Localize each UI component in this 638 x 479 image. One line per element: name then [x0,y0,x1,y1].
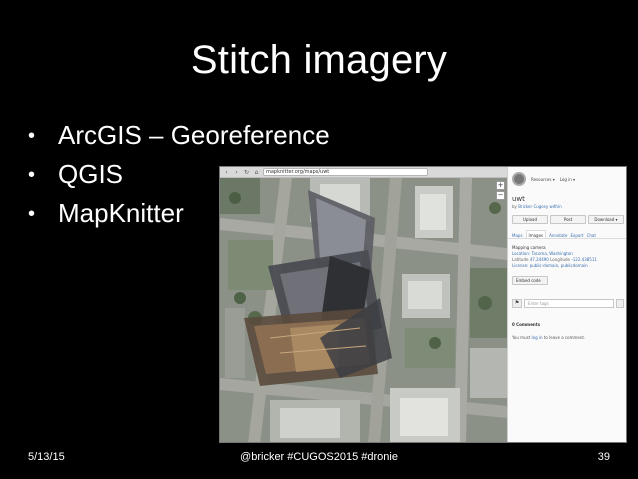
license-text: License: public-domain, publicdomain [512,263,588,268]
zoom-out-button[interactable]: − [496,191,505,200]
login-link[interactable]: log in [532,335,543,340]
resources-menu[interactable]: Resources ▾ [531,177,555,182]
post-button[interactable]: Post [550,215,586,224]
browser-toolbar: ‹ › ↻ ⌂ mapknitter.org/maps/uwt [220,167,507,178]
tab-annotate[interactable]: Annotate [549,230,567,238]
back-icon[interactable]: ‹ [223,169,230,176]
bullet-dot-icon: • [28,164,36,186]
zoom-in-button[interactable]: + [496,181,505,190]
comments-note-prefix: You must [512,335,531,340]
mapknitter-logo[interactable] [512,172,526,186]
bullet-item: • ArcGIS – Georeference [28,116,330,155]
sidebar-tabs: Maps Images Annotate Export Chat [508,224,626,239]
mapknitter-screenshot: ‹ › ↻ ⌂ mapknitter.org/maps/uwt + − Reso… [219,166,627,443]
forward-icon[interactable]: › [233,169,240,176]
author-link[interactable]: Bricker Cugosy within [518,204,561,209]
author-prefix: by [512,204,517,209]
latitude-label: Latitude [512,257,529,262]
aerial-imagery [220,178,507,442]
embed-code-button[interactable]: Embed code [512,276,548,285]
map-details: Mapping camera Location: Tacoma, Washing… [508,239,626,269]
zoom-control: + − [496,181,505,200]
tab-images[interactable]: Images [525,230,547,238]
map-sidebar: Resources ▾ Log in ▾ uwt by Bricker Cugo… [507,167,626,442]
comments-heading: 0 Comments [512,322,541,327]
reload-icon[interactable]: ↻ [243,169,250,176]
tags-input[interactable]: Enter tags [524,299,614,308]
sidebar-header: Resources ▾ Log in ▾ [508,167,626,186]
bullet-dot-icon: • [28,203,36,225]
longitude-label: Longitude [550,257,571,262]
tab-export[interactable]: Export [570,230,583,238]
login-menu[interactable]: Log in ▾ [560,177,575,182]
slide-title: Stitch imagery [190,38,448,82]
latitude-value: 47.24490 [529,257,549,262]
footer-hashtags: @bricker #CUGOS2015 #dronie [240,451,398,463]
bullet-text: ArcGIS – Georeference [58,120,330,150]
map-title: uwt [512,195,525,203]
bullet-text: QGIS [58,159,124,189]
upload-button[interactable]: Upload [512,215,548,224]
longitude-value: -122.438511 [571,257,597,262]
tag-icon: ⚑ [512,299,522,308]
slide-number: 39 [597,451,610,463]
comments-note: You must log in to leave a comment. [508,327,626,340]
tab-maps[interactable]: Maps [512,230,523,238]
address-bar[interactable]: mapknitter.org/maps/uwt [263,168,428,176]
add-tag-button[interactable] [616,299,624,308]
home-icon[interactable]: ⌂ [253,169,260,176]
bullet-dot-icon: • [28,125,36,147]
tab-chat[interactable]: Chat [587,230,596,238]
tags-row: ⚑ Enter tags [508,285,626,308]
download-button[interactable]: Download ▾ [588,215,624,224]
bullet-text: MapKnitter [58,198,184,228]
action-buttons: Upload Post Download ▾ [508,209,626,224]
comments-note-suffix: to leave a comment. [543,335,586,340]
aerial-map[interactable]: + − [220,178,507,442]
